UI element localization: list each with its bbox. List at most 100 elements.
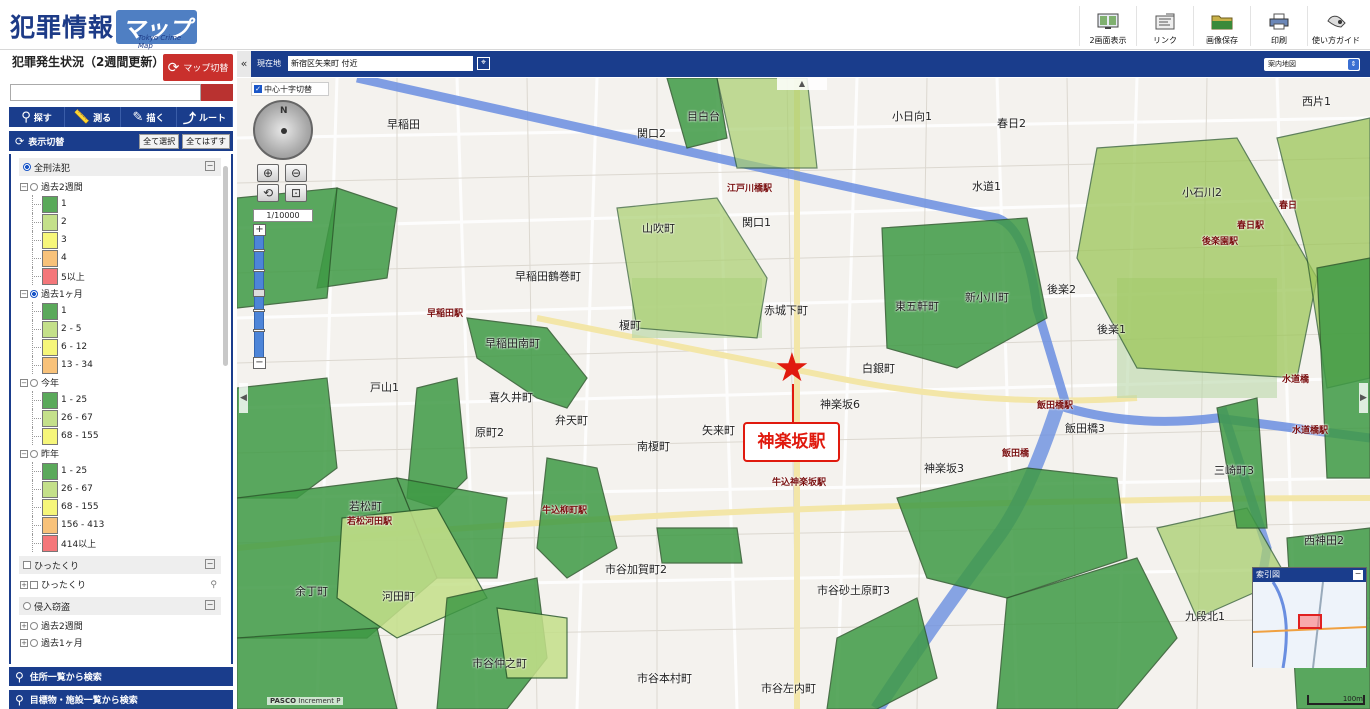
radio-past-2-weeks[interactable] [30,182,38,191]
zoom-area-icon[interactable]: ⊡ [285,184,307,202]
tree-expander-icon[interactable]: − [20,289,28,298]
pan-control[interactable]: N [253,100,313,160]
map-label: 飯田橋3 [1065,422,1105,435]
station-label: 春日駅 [1237,221,1265,231]
refresh-icon: ⟳ [167,59,180,76]
legend-item: 13 - 34 [11,356,231,374]
checkbox-snatching-section[interactable] [23,561,31,569]
station-label: 水道橋駅 [1292,426,1329,436]
search-row [10,84,233,101]
legend-item: 2 - 5 [11,320,231,338]
header-toolbar: 2画面表示 リンク 画像保存 印刷 使い方ガイド [1079,6,1364,46]
burglary-past-1-month[interactable]: + 過去1ヶ月 [11,634,231,651]
map-switch-button[interactable]: ⟳ マップ切替 [163,54,233,81]
link-button[interactable]: リンク [1136,6,1193,46]
map-label: 河田町 [382,590,415,603]
usage-guide-button[interactable]: 使い方ガイド [1307,6,1364,46]
pan-left-button[interactable]: ◀ [239,383,248,413]
map-label: 余丁町 [295,585,328,598]
radio-this-year[interactable] [30,378,38,387]
group-this-year[interactable]: − 今年 [11,374,231,391]
checkbox-snatching[interactable] [30,580,38,589]
tree-expander-icon[interactable]: + [20,580,28,589]
measure-button[interactable]: 📏 測る [65,107,121,127]
search-input[interactable] [10,84,201,101]
deselect-all-button[interactable]: 全てはずす [182,133,230,149]
collapse-icon[interactable]: − [205,161,215,171]
layer-tree: 全刑法犯 − − 過去2週間 1 2 3 4 5以上 − 過去1ヶ月 1 2 -… [9,154,233,664]
draw-button[interactable]: ✎ 描く [121,107,177,127]
legend-item: 68 - 155 [11,427,231,445]
group-past-2-weeks[interactable]: − 過去2週間 [11,178,231,195]
burglary-past-2-weeks[interactable]: + 過去2週間 [11,617,231,634]
print-button[interactable]: 印刷 [1250,6,1307,46]
draw-icon: ✎ [132,109,144,125]
site-logo[interactable]: 犯罪情報 マップ Tokyo Crime Map [10,8,198,50]
station-label: 早稲田駅 [427,309,464,319]
search-submit-button[interactable] [201,84,233,101]
map-canvas[interactable]: 早稲田 関口2 関口1 目白台 小日向1 春日2 水道1 小石川2 西片1 山吹… [237,78,1370,709]
pan-up-button[interactable]: ▲ [777,78,827,90]
zoom-minus-icon[interactable]: − [253,357,266,369]
map-label: 小日向1 [892,110,932,123]
map-label: 市谷加賀町2 [605,563,667,576]
zoom-plus-icon[interactable]: + [253,224,266,236]
index-map-viewport[interactable] [1298,614,1322,629]
collapse-sidebar-button[interactable]: « [237,51,251,77]
find-button[interactable]: ⚲ 探す [9,107,65,127]
section-snatching[interactable]: ひったくり − [19,556,221,574]
legend-item: 26 - 67 [11,409,231,427]
map-type-select[interactable]: 案内地図 ⇕ [1264,58,1360,71]
minimize-icon[interactable]: − [1353,570,1363,580]
crime-map-app: 犯罪情報 マップ Tokyo Crime Map 2画面表示 リンク 画像保存 … [0,0,1370,709]
split-screen-button[interactable]: 2画面表示 [1079,6,1136,46]
group-past-1-month[interactable]: − 過去1ヶ月 [11,285,231,302]
tree-expander-icon[interactable]: + [20,621,28,630]
radio-burglary[interactable] [23,602,31,610]
current-location-field[interactable]: 新宿区矢来町 付近 [288,56,473,71]
zoom-out-icon[interactable]: ⊖ [285,164,307,182]
zoom-search-icon[interactable]: ⚲ [210,580,217,590]
legend-item: 1 [11,195,231,213]
radio-burglary-2-weeks[interactable] [30,621,38,630]
collapse-icon[interactable]: − [205,600,215,610]
search-by-landmark-button[interactable]: ⚲ 目標物・施設一覧から検索 [9,690,233,709]
group-last-year[interactable]: − 昨年 [11,445,231,462]
map-label: 新小川町 [965,291,1009,304]
map-label: 白銀町 [862,362,895,375]
select-all-button[interactable]: 全て選択 [139,133,180,149]
collapse-icon[interactable]: − [205,559,215,569]
radio-past-1-month[interactable] [30,289,38,298]
zoom-in-icon[interactable]: ⊕ [257,164,279,182]
section-all-crimes[interactable]: 全刑法犯 − [19,158,221,176]
magnifier-icon: ⚲ [21,109,31,125]
printer-icon [1269,13,1289,30]
zoom-slider-thumb[interactable] [253,289,265,297]
tree-expander-icon[interactable]: − [20,182,28,191]
save-image-button[interactable]: 画像保存 [1193,6,1250,46]
map-label: 九段北1 [1185,610,1225,623]
display-toggle-bar: ⟳ 表示切替 全て選択 全てはずす [9,131,233,151]
route-button[interactable]: ⤴ ルート [177,107,233,127]
radio-burglary-1-month[interactable] [30,638,38,647]
section-burglary[interactable]: 侵入窃盗 − [19,597,221,615]
map-label: 小石川2 [1182,186,1222,199]
station-label: 後楽園駅 [1202,237,1239,247]
tree-expander-icon[interactable]: + [20,638,28,647]
tree-expander-icon[interactable]: − [20,449,28,458]
radio-last-year[interactable] [30,449,38,458]
station-label: 牛込神楽坂駅 [772,478,827,488]
center-crosshair-toggle[interactable]: ✓ 中心十字切替 [251,82,329,96]
locate-icon[interactable]: ⌖ [477,57,490,70]
rotate-reset-icon[interactable]: ⟲ [257,184,279,202]
zoom-slider[interactable]: + − [253,224,266,369]
index-map[interactable]: 索引図 − [1252,567,1367,668]
snatching-item[interactable]: + ひったくり ⚲ [11,576,231,593]
map-label: 早稲田南町 [485,337,540,350]
map-label: 市谷仲之町 [472,657,527,670]
pan-right-button[interactable]: ▶ [1359,383,1368,413]
radio-all-crimes[interactable] [23,163,31,171]
search-by-address-button[interactable]: ⚲ 住所一覧から検索 [9,667,233,686]
index-map-body[interactable] [1253,582,1366,668]
tree-expander-icon[interactable]: − [20,378,28,387]
